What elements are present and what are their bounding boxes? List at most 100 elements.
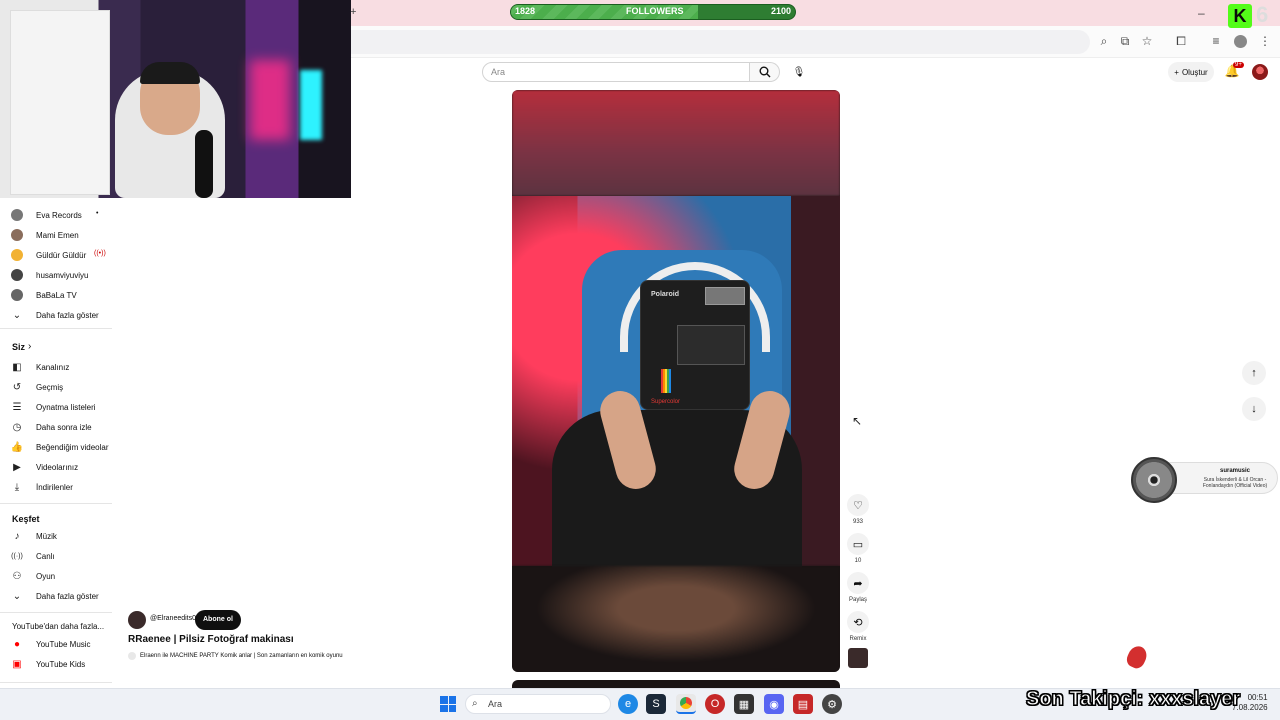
sidebar-item-subscription[interactable]: ⌄ Daha fazla göster <box>0 305 112 325</box>
youtube-music-icon: ● <box>13 638 21 650</box>
zoom-icon[interactable]: ⌕ <box>1096 33 1112 49</box>
search-button[interactable] <box>750 62 780 82</box>
sidebar-heading-you[interactable]: Siz <box>12 342 25 352</box>
chevron-down-icon: ⌄ <box>12 309 22 321</box>
vinyl-disc-icon <box>1131 457 1177 503</box>
install-icon[interactable]: ⧉ <box>1117 33 1133 49</box>
sidebar-item-label: Güldür Güldür <box>36 250 87 260</box>
chevron-down-icon: ⌄ <box>12 590 22 602</box>
extensions-icon[interactable]: ⧠ <box>1173 33 1189 49</box>
sidebar-item-label: Beğendiğim videolar <box>36 442 109 452</box>
channel-avatar[interactable] <box>128 611 146 629</box>
media-icon[interactable]: ≡ <box>1208 33 1224 49</box>
followers-goal-bar: 1828 FOLLOWERS 2100 <box>510 4 796 20</box>
bookmark-star-icon[interactable]: ☆ <box>1139 33 1155 49</box>
sidebar-item-youtube-kids[interactable]: ▣ YouTube Kids <box>0 654 112 674</box>
user-avatar[interactable] <box>1252 64 1268 80</box>
gamepad-icon: ⚇ <box>12 570 22 582</box>
like-count: 933 <box>852 519 863 525</box>
arrow-up-icon: ↑ <box>1251 367 1257 379</box>
followers-label: FOLLOWERS <box>626 6 684 16</box>
subscribe-button[interactable]: Abone ol <box>195 610 241 630</box>
sidebar-item-download[interactable]: ⤓ İndirilenler <box>0 477 112 497</box>
polaroid-camera: Polaroid Supercolor <box>640 280 750 410</box>
video-title[interactable]: RRaenee | Pilsiz Fotoğraf makinası <box>128 634 294 645</box>
sidebar-item-youtube-music[interactable]: ● YouTube Music <box>0 634 112 654</box>
sidebar-item-subscription[interactable]: Mami Emen <box>0 225 112 245</box>
discord-icon[interactable]: ◉ <box>764 694 784 714</box>
voice-search-button[interactable]: 🎙 <box>789 62 809 82</box>
url-field[interactable] <box>340 30 1090 54</box>
chrome-icon[interactable] <box>676 694 696 714</box>
sidebar-item-label: Canlı <box>36 551 55 561</box>
sidebar-heading-more: YouTube'dan daha fazla... <box>12 622 105 631</box>
live-icon: ((·)) <box>11 552 23 560</box>
create-button[interactable]: + Oluştur <box>1168 62 1214 82</box>
now-playing-artist: suramusic <box>1219 468 1250 474</box>
sidebar-item-label: Videolarınız <box>36 462 79 472</box>
create-label: Oluştur <box>1181 67 1208 77</box>
thumbs-up-icon: 👍 <box>10 441 24 453</box>
sidebar-divider <box>0 682 112 683</box>
channel-avatar <box>11 209 23 221</box>
app-icon[interactable]: ▤ <box>793 694 813 714</box>
remix-icon[interactable]: ⟲ <box>847 611 869 633</box>
sidebar-item-label: Daha fazla göster <box>36 591 99 601</box>
mouse-cursor-icon: ↖ <box>852 414 863 428</box>
comment-action[interactable]: ▭ 10 <box>846 533 870 564</box>
sidebar-item-label: Oynatma listeleri <box>36 402 96 412</box>
sidebar-item-label: Geçmiş <box>36 382 64 392</box>
sidebar-item-music[interactable]: ♪ Müzik <box>0 526 112 546</box>
sidebar-item-label: İndirilenler <box>36 482 73 492</box>
next-short-button[interactable]: ↓ <box>1242 397 1266 421</box>
kick-logo-icon: K <box>1228 4 1252 28</box>
channel-name[interactable]: @Elraneedits0 <box>150 615 196 622</box>
sidebar-item-channel[interactable]: ◧ Kanalınız <box>0 357 112 377</box>
shorts-video-player[interactable]: Polaroid Supercolor <box>512 90 840 672</box>
plus-icon: + <box>1174 67 1179 77</box>
like-action[interactable]: ♡ 933 <box>846 494 870 525</box>
pen-logo-icon <box>1124 643 1150 671</box>
song-title: Elraenn ile MACHINE PARTY Komik anlar | … <box>140 653 343 659</box>
steam-icon[interactable]: S <box>646 694 666 714</box>
sidebar-item-video[interactable]: ▶ Videolarınız <box>0 457 112 477</box>
sidebar-item-clock[interactable]: ◷ Daha sonra izle <box>0 417 112 437</box>
edge-icon[interactable]: e <box>618 694 638 714</box>
settings-icon[interactable]: ⚙ <box>822 694 842 714</box>
sidebar-divider <box>0 503 112 504</box>
sidebar-item-history[interactable]: ↺ Geçmiş <box>0 377 112 397</box>
sidebar-item-gamepad[interactable]: ⚇ Oyun <box>0 566 112 586</box>
sidebar-item-subscription[interactable]: husamviyuviyu <box>0 265 112 285</box>
streamer-webcam <box>0 0 351 198</box>
obs-icon[interactable]: ▦ <box>734 694 754 714</box>
opera-icon[interactable]: O <box>705 694 725 714</box>
comment-icon[interactable]: ▭ <box>847 533 869 555</box>
kebab-menu-icon[interactable]: ⋮ <box>1257 33 1273 49</box>
share-icon[interactable]: ➦ <box>847 572 869 594</box>
sidebar-item-thumbs-up[interactable]: 👍 Beğendiğim videolar <box>0 437 112 457</box>
camera-model: Supercolor <box>651 399 681 405</box>
search-input[interactable]: Ara <box>482 62 750 82</box>
song-row[interactable]: Elraenn ile MACHINE PARTY Komik anlar | … <box>128 652 343 660</box>
sidebar-item-label: Daha sonra izle <box>36 422 92 432</box>
kick-counter: 6 <box>1256 2 1269 27</box>
profile-avatar[interactable] <box>1234 35 1247 48</box>
minimize-icon[interactable]: – <box>1198 6 1205 20</box>
heart-icon[interactable]: ♡ <box>847 494 869 516</box>
taskbar-search[interactable]: ⌕ Ara <box>465 694 611 714</box>
sidebar-item-live[interactable]: ((·)) Canlı <box>0 546 112 566</box>
music-note-icon <box>128 652 136 660</box>
share-action[interactable]: ➦ Paylaş <box>846 572 870 603</box>
followers-current: 1828 <box>515 6 536 16</box>
previous-short-button[interactable]: ↑ <box>1242 361 1266 385</box>
sidebar-item-playlist[interactable]: ☰ Oynatma listeleri <box>0 397 112 417</box>
sound-thumbnail[interactable] <box>848 648 868 668</box>
microphone-icon: 🎙 <box>792 66 806 78</box>
sidebar-item-subscription[interactable]: BaBaLa TV <box>0 285 112 305</box>
windows-start-icon[interactable] <box>440 696 456 712</box>
channel-avatar <box>11 249 23 261</box>
sidebar-item-chevron-down[interactable]: ⌄ Daha fazla göster <box>0 586 112 606</box>
clock-icon: ◷ <box>12 421 22 433</box>
remix-label: Remix <box>849 636 867 642</box>
remix-action[interactable]: ⟲ Remix <box>846 611 870 642</box>
